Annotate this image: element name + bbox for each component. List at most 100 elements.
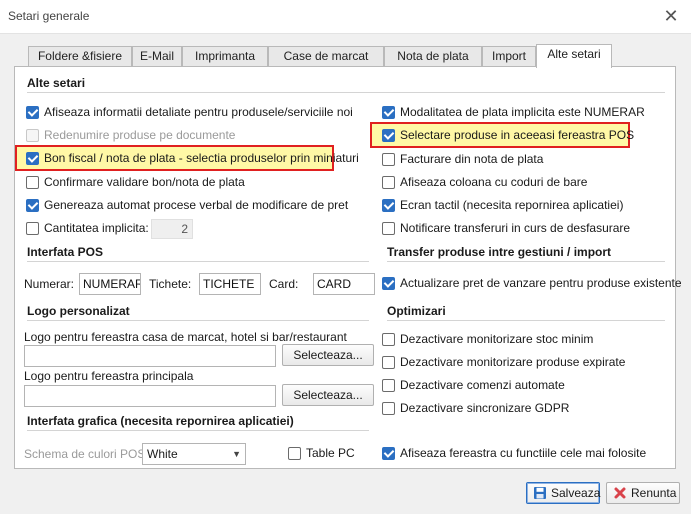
option-label: Genereaza automat procese verbal de modi…: [44, 198, 349, 212]
select-logo-casa-button[interactable]: Selecteaza...: [282, 344, 374, 366]
option-label: Dezactivare comenzi automate: [400, 378, 565, 392]
option-cantitatea-implicita[interactable]: Cantitatea implicita:: [26, 219, 149, 237]
numerar-label: Numerar:: [24, 277, 75, 291]
checkbox[interactable]: [288, 446, 301, 460]
section-divider: [27, 92, 665, 93]
numerar-input[interactable]: NUMERAR: [79, 273, 141, 295]
option-facturare-nota-plata[interactable]: Facturare din nota de plata: [382, 150, 543, 168]
tichete-label: Tichete:: [149, 277, 192, 291]
option-label: Selectare produse in aceeasi fereastra P…: [400, 128, 635, 142]
option-bon-fiscal-miniaturi[interactable]: Bon fiscal / nota de plata - selectia pr…: [26, 149, 359, 167]
checkbox[interactable]: [382, 332, 395, 346]
logo-casa-input[interactable]: [24, 345, 276, 367]
checkbox[interactable]: [382, 355, 395, 369]
chevron-down-icon: ▼: [232, 449, 241, 459]
option-label: Actualizare pret de vanzare pentru produ…: [400, 276, 682, 290]
option-label: Table PC: [306, 446, 355, 460]
checkbox[interactable]: [26, 151, 39, 165]
section-title-optimizari: Optimizari: [387, 304, 446, 318]
option-dezactivare-produse-expirate[interactable]: Dezactivare monitorizare produse expirat…: [382, 353, 625, 371]
tab-case-de-marcat[interactable]: Case de marcat: [268, 46, 384, 67]
section-divider: [27, 320, 369, 321]
option-afiseaza-informatii-detaliate[interactable]: Afiseaza informatii detaliate pentru pro…: [26, 103, 353, 121]
logo-principala-label: Logo pentru fereastra principala: [24, 369, 194, 383]
option-actualizare-pret-vanzare[interactable]: Actualizare pret de vanzare pentru produ…: [382, 274, 682, 292]
card-input[interactable]: CARD: [313, 273, 375, 295]
checkbox[interactable]: [382, 128, 395, 142]
checkbox[interactable]: [26, 221, 39, 235]
section-title-interfata-grafica: Interfata grafica (necesita repornirea a…: [27, 414, 294, 428]
tab-imprimanta[interactable]: Imprimanta: [182, 46, 268, 67]
save-button[interactable]: Salveaza: [526, 482, 600, 504]
option-label: Afiseaza coloana cu coduri de bare: [400, 175, 588, 189]
logo-principala-input[interactable]: [24, 385, 276, 407]
checkbox[interactable]: [26, 128, 39, 142]
option-label: Notificare transferuri in curs de desfas…: [400, 221, 631, 235]
logo-casa-label: Logo pentru fereastra casa de marcat, ho…: [24, 330, 347, 344]
option-confirmare-validare[interactable]: Confirmare validare bon/nota de plata: [26, 173, 245, 191]
cancel-label: Renunta: [631, 486, 677, 500]
option-label: Dezactivare sincronizare GDPR: [400, 401, 570, 415]
option-label: Modalitatea de plata implicita este NUME…: [400, 105, 645, 119]
tab-e-mail[interactable]: E-Mail: [132, 46, 182, 67]
option-label: Afiseaza informatii detaliate pentru pro…: [44, 105, 353, 119]
checkbox[interactable]: [26, 175, 39, 189]
option-afiseaza-fereastra-functii[interactable]: Afiseaza fereastra cu functiile cele mai…: [382, 444, 646, 462]
checkbox[interactable]: [26, 105, 39, 119]
tab-import[interactable]: Import: [482, 46, 536, 67]
option-dezactivare-sincronizare-gdpr[interactable]: Dezactivare sincronizare GDPR: [382, 399, 569, 417]
cantitate-implicita-input[interactable]: 2: [151, 219, 193, 239]
title-bar: Setari generale ✕: [0, 0, 691, 34]
option-redenumire-produse[interactable]: Redenumire produse pe documente: [26, 126, 235, 144]
checkbox[interactable]: [26, 198, 39, 212]
option-selectare-produse-pos[interactable]: Selectare produse in aceeasi fereastra P…: [382, 126, 634, 144]
option-genereaza-procese-verbal[interactable]: Genereaza automat procese verbal de modi…: [26, 196, 348, 214]
option-label: Confirmare validare bon/nota de plata: [44, 175, 245, 189]
checkbox[interactable]: [382, 221, 395, 235]
select-logo-principala-button[interactable]: Selecteaza...: [282, 384, 374, 406]
checkbox[interactable]: [382, 276, 395, 290]
window-title: Setari generale: [8, 9, 90, 23]
close-icon[interactable]: ✕: [660, 6, 682, 28]
section-divider: [27, 430, 369, 431]
option-label: Dezactivare monitorizare produse expirat…: [400, 355, 626, 369]
checkbox[interactable]: [382, 378, 395, 392]
option-label: Facturare din nota de plata: [400, 152, 544, 166]
settings-panel: Alte setari Afiseaza informatii detaliat…: [14, 66, 682, 469]
save-icon: [533, 486, 547, 500]
option-label: Dezactivare monitorizare stoc minim: [400, 332, 594, 346]
tab-alte-setari[interactable]: Alte setari: [536, 44, 612, 68]
card-label: Card:: [269, 277, 299, 291]
schema-culori-label: Schema de culori POS:: [24, 447, 149, 461]
section-divider: [387, 261, 665, 262]
section-divider: [27, 261, 369, 262]
option-label: Afiseaza fereastra cu functiile cele mai…: [400, 446, 647, 460]
option-dezactivare-comenzi-automate[interactable]: Dezactivare comenzi automate: [382, 376, 565, 394]
tab-foldere-fisiere[interactable]: Foldere &fisiere: [28, 46, 132, 67]
checkbox[interactable]: [382, 446, 395, 460]
tab-nota-de-plata[interactable]: Nota de plata: [384, 46, 482, 67]
option-label: Cantitatea implicita:: [44, 221, 149, 235]
section-title-interfata-pos: Interfata POS: [27, 245, 104, 259]
tichete-input[interactable]: TICHETE: [199, 273, 261, 295]
checkbox[interactable]: [382, 401, 395, 415]
option-table-pc[interactable]: Table PC: [288, 444, 355, 462]
option-label: Redenumire produse pe documente: [44, 128, 236, 142]
checkbox[interactable]: [382, 152, 395, 166]
cancel-button[interactable]: Renunta: [606, 482, 680, 504]
option-label: Ecran tactil (necesita repornirea aplica…: [400, 198, 624, 212]
checkbox[interactable]: [382, 198, 395, 212]
section-title-logo: Logo personalizat: [27, 304, 130, 318]
option-modalitate-plata-numerar[interactable]: Modalitatea de plata implicita este NUME…: [382, 103, 645, 121]
option-notificare-transferuri[interactable]: Notificare transferuri in curs de desfas…: [382, 219, 630, 237]
option-coloana-coduri-bare[interactable]: Afiseaza coloana cu coduri de bare: [382, 173, 587, 191]
option-dezactivare-stoc-minim[interactable]: Dezactivare monitorizare stoc minim: [382, 330, 593, 348]
checkbox[interactable]: [382, 175, 395, 189]
option-ecran-tactil[interactable]: Ecran tactil (necesita repornirea aplica…: [382, 196, 623, 214]
option-label: Bon fiscal / nota de plata - selectia pr…: [44, 151, 359, 165]
section-title-alte-setari: Alte setari: [27, 76, 86, 90]
cancel-icon: [613, 486, 627, 500]
schema-culori-select[interactable]: White ▼: [142, 443, 246, 465]
checkbox[interactable]: [382, 105, 395, 119]
section-divider: [387, 320, 665, 321]
